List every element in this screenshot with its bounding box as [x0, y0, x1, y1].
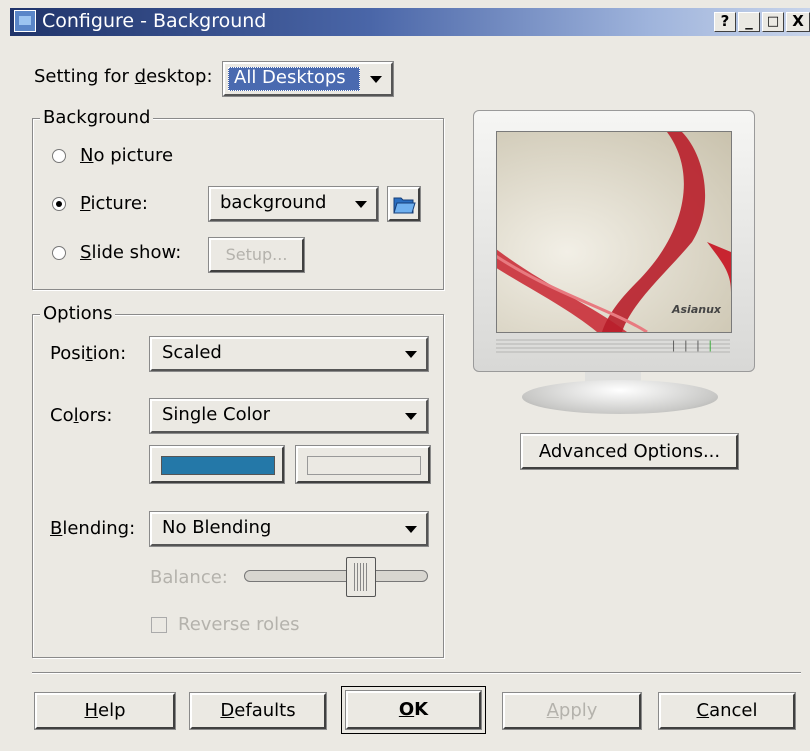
- no-picture-label[interactable]: No picture: [80, 145, 173, 166]
- reverse-roles-checkbox[interactable]: [151, 617, 167, 633]
- brand-logo: Asianux: [671, 303, 721, 316]
- maximize-icon[interactable]: □: [762, 12, 784, 32]
- close-icon[interactable]: X: [786, 12, 810, 32]
- help-button[interactable]: Help: [34, 692, 176, 730]
- colors-label: Colors:: [50, 405, 113, 426]
- balance-slider-handle[interactable]: [345, 557, 376, 597]
- separator: [32, 672, 801, 674]
- setup-button[interactable]: Setup...: [208, 237, 305, 273]
- folder-open-icon: [393, 197, 416, 214]
- secondary-color-swatch: [307, 456, 421, 475]
- balance-label: Balance:: [150, 567, 228, 588]
- background-legend: Background: [40, 107, 154, 128]
- monitor-preview: Asianux ❘❘❘❘: [473, 110, 755, 372]
- wallpaper-image: [497, 132, 731, 332]
- slide-show-label[interactable]: Slide show:: [80, 242, 181, 263]
- advanced-options-button[interactable]: Advanced Options...: [520, 433, 739, 470]
- cancel-button[interactable]: Cancel: [658, 692, 796, 730]
- chevron-down-icon: [405, 526, 417, 533]
- minimize-icon[interactable]: _: [738, 12, 760, 32]
- monitor-stand: [522, 380, 718, 414]
- help-icon[interactable]: ?: [714, 12, 736, 32]
- primary-color-swatch: [161, 456, 275, 475]
- no-picture-radio[interactable]: [52, 149, 66, 163]
- picture-label[interactable]: Picture:: [80, 193, 148, 214]
- balance-slider-track[interactable]: [244, 570, 428, 582]
- slide-show-radio[interactable]: [52, 246, 66, 260]
- open-folder-button[interactable]: [387, 186, 421, 222]
- chevron-down-icon: [355, 201, 367, 208]
- wallpaper-preview: Asianux: [496, 131, 732, 333]
- app-icon[interactable]: [14, 10, 36, 32]
- monitor-leds: ❘❘❘❘: [669, 339, 718, 352]
- desktop-label: Setting for desktop:: [34, 66, 213, 87]
- blending-select[interactable]: No Blending: [149, 511, 429, 547]
- picture-radio[interactable]: [52, 197, 66, 211]
- primary-color-button[interactable]: [149, 445, 285, 484]
- reverse-roles-label: Reverse roles: [178, 614, 300, 635]
- window-title: Configure - Background: [42, 10, 267, 32]
- defaults-button[interactable]: Defaults: [189, 692, 327, 730]
- position-label: Position:: [50, 343, 127, 364]
- colors-select[interactable]: Single Color: [149, 398, 429, 434]
- position-select[interactable]: Scaled: [149, 336, 429, 372]
- secondary-color-button[interactable]: [295, 445, 431, 484]
- apply-button[interactable]: Apply: [502, 692, 642, 730]
- options-legend: Options: [40, 303, 116, 324]
- picture-select[interactable]: background: [208, 186, 379, 222]
- chevron-down-icon: [370, 76, 382, 83]
- chevron-down-icon: [405, 413, 417, 420]
- blending-label: Blending:: [50, 518, 136, 539]
- ok-button[interactable]: OK: [345, 690, 482, 730]
- chevron-down-icon: [405, 351, 417, 358]
- desktop-select[interactable]: All Desktops: [222, 61, 394, 97]
